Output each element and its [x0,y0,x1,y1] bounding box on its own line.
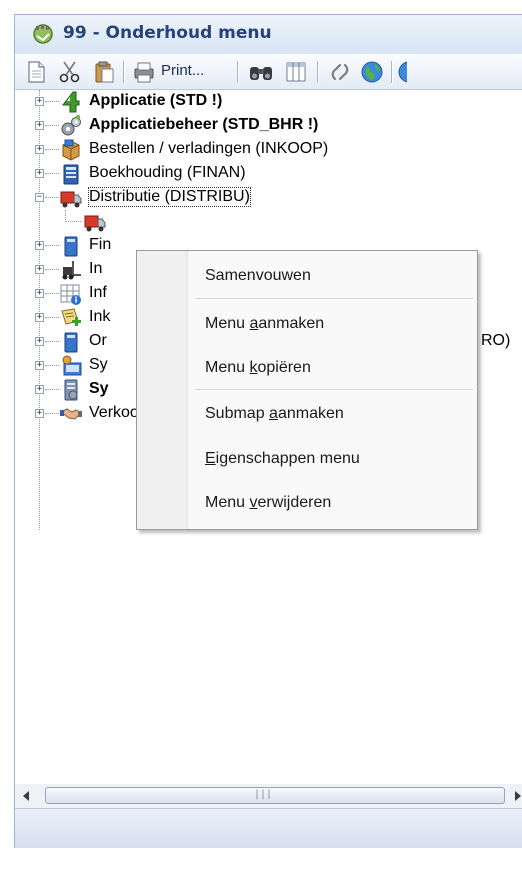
book-icon [64,332,78,353]
info-table-icon [60,284,81,305]
tree-node-label: Sy [89,356,108,373]
tree-node-label: Fin [89,236,112,253]
menu-separator [195,298,473,300]
expand-icon[interactable]: + [35,265,44,274]
tree-node-label: Ink [89,308,111,325]
expand-icon[interactable]: + [35,385,44,394]
tree-connector [45,389,59,390]
tree-connector [45,341,59,342]
tree-node-applicatiebeheer[interactable]: + Applicatiebeheer (STD_BHR !) [15,114,522,138]
tree-connector [45,101,59,102]
truck-icon [84,215,106,232]
expand-icon[interactable]: + [35,97,44,106]
scrollbar-grip: ||| [254,789,273,800]
expand-icon[interactable]: + [35,289,44,298]
tree-node-label: In [89,260,103,277]
new-document-icon[interactable] [23,59,49,85]
tree-connector [45,269,59,270]
paste-icon[interactable] [91,59,117,85]
handshake-icon [60,408,82,420]
columns-icon[interactable] [283,59,309,85]
tree-node-label: Boekhouding (FINAN) [89,164,246,181]
tree-connector [45,413,59,414]
collapse-icon[interactable]: − [35,193,44,202]
ledger-icon [63,164,79,185]
menu-item-submap-aanmaken[interactable]: Submap aanmaken [205,405,344,423]
add-doc-icon [61,308,81,326]
tree-node-bestellen[interactable]: + Bestellen / verladingen (INKOOP) [15,138,522,162]
tree-node-label: Distributie (DISTRIBU) [88,187,251,207]
expand-icon[interactable]: + [35,145,44,154]
scroll-left-icon[interactable] [19,787,33,805]
toolbar-separator [391,61,393,83]
printer-icon[interactable] [131,59,157,85]
package-icon [62,139,80,161]
toolbar: Print... [14,54,522,90]
context-menu: Samenvouwen Menu aanmaken Menu kopiëren … [136,250,478,530]
tree-connector [45,173,59,174]
tree-node-label: Inf [89,284,107,301]
expand-icon[interactable]: + [35,313,44,322]
menu-separator [195,389,473,391]
tree-connector [45,365,59,366]
expand-icon[interactable]: + [35,121,44,130]
tree-connector [45,197,59,198]
tree-connector [45,125,59,126]
globe-icon[interactable] [359,59,385,85]
applicatie-icon [61,91,80,113]
menu-item-eigenschappen-menu[interactable]: Eigenschappen menu [205,450,360,468]
menu-item-menu-kopieren[interactable]: Menu kopiëren [205,359,311,377]
tree-node-label: Applicatiebeheer (STD_BHR !) [89,116,319,133]
context-menu-icon-gutter [137,251,188,529]
window-title: 99 - Onderhoud menu [63,23,272,43]
horizontal-scrollbar[interactable]: ||| [14,784,522,808]
expand-icon[interactable]: + [35,241,44,250]
globe-partial-icon[interactable] [397,59,407,85]
toolbar-separator [123,61,125,83]
forklift-icon [62,261,81,280]
book-icon [64,236,78,257]
expand-icon[interactable]: + [35,361,44,370]
menu-item-samenvouwen[interactable]: Samenvouwen [205,267,311,285]
menu-item-menu-aanmaken[interactable]: Menu aanmaken [205,315,324,333]
scroll-right-icon[interactable] [511,787,522,805]
status-bar [14,808,522,848]
tree-node-distributie-child[interactable] [15,210,522,234]
tree-node-label: Sy [89,380,109,397]
onderhoud-menu-window: 99 - Onderhoud menu Print... + Applicati… [0,0,522,870]
tree-node-label: Or [89,332,107,349]
tree-connector [45,317,59,318]
expand-icon[interactable]: + [35,169,44,178]
tree-node-label: Applicatie (STD !) [89,92,223,109]
title-bar: 99 - Onderhoud menu [14,14,522,54]
system-icon [62,355,82,376]
expand-icon[interactable]: + [35,409,44,418]
menu-item-menu-verwijderen[interactable]: Menu verwijderen [205,494,331,512]
tree-node-applicatie[interactable]: + Applicatie (STD !) [15,90,522,114]
toolbar-separator [237,61,239,83]
cut-icon[interactable] [57,59,83,85]
print-button[interactable]: Print... [161,62,204,79]
tree-connector [45,245,59,246]
toolbar-separator [317,61,319,83]
tree-node-label-overflow: RO) [481,332,511,349]
menu-tree-icon [33,24,53,44]
truck-icon [60,191,82,208]
gears-icon [61,114,81,136]
expand-icon[interactable]: + [35,337,44,346]
tree-node-label: Bestellen / verladingen (INKOOP) [89,140,329,157]
binoculars-icon[interactable] [247,59,275,85]
server-icon [64,379,78,401]
tree-connector [45,149,59,150]
link-icon[interactable] [327,59,353,85]
tree-connector [65,221,81,222]
tree-connector [45,293,59,294]
scrollbar-thumb[interactable]: ||| [45,787,505,804]
tree-node-distributie[interactable]: − Distributie (DISTRIBU) [15,186,522,210]
tree-node-boekhouding[interactable]: + Boekhouding (FINAN) [15,162,522,186]
